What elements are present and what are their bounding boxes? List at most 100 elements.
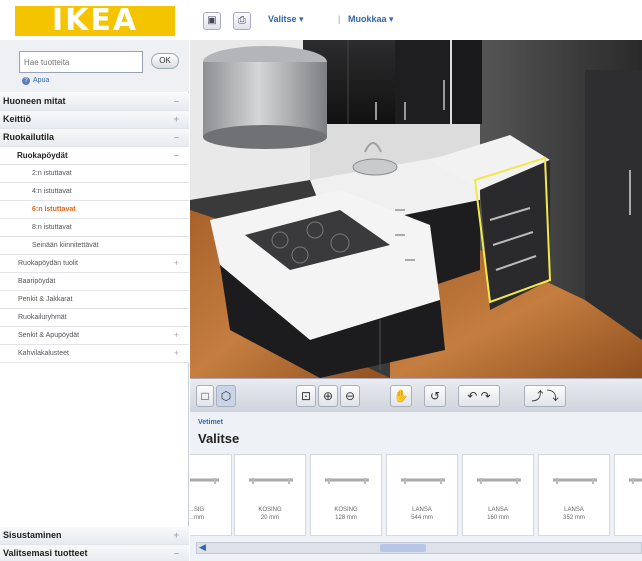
view-toolbar: □ ⬡ ⊡ ⊕ ⊖ ✋ ↺ ↶ ↷ ⤴ ⤵ [190,378,642,412]
sidebar-item[interactable]: Ruokailutila – [0,129,189,147]
zoom-in-icon: ⊕ [322,389,334,403]
sidebar-category-label: Sisustaminen [3,530,62,540]
sidebar-item[interactable]: Huoneen mitat – [0,93,189,111]
search-ok-button[interactable]: OK [151,53,179,69]
sidebar-category[interactable]: Valitsemasi tuotteet – [0,545,189,561]
product-name: …SIG [190,507,205,513]
product-size: …mm [190,515,204,521]
product-name: LANSA [564,507,584,513]
product-card[interactable]: LANSA 352 mm [538,454,610,536]
sidebar-item[interactable]: 2:n istuttavat [0,165,189,183]
expand-toggle-icon[interactable]: + [174,255,179,272]
print-icon: ⎙ [238,15,246,26]
zoom-fit-icon: ⊡ [300,389,312,403]
product-size: 544 mm [411,515,433,521]
sidebar-item-label: Senkit & Apupöydät [18,332,80,339]
expand-toggle-icon[interactable]: – [174,129,179,146]
sidebar-item-label: Penkit & Jakkarat [18,296,73,303]
orbit-vertical-button[interactable]: ⤴ ⤵ [524,385,566,407]
sidebar-category[interactable]: Sisustaminen + [0,527,189,545]
sidebar-item[interactable]: Penkit & Jakkarat [0,291,189,309]
product-card[interactable]: KOSING 128 mm [310,454,382,536]
sidebar-item-label: 6:n istuttavat [32,206,76,213]
product-cards: …SIG …mm KOSING 20 mm KOSING 128 mm LANSA 544 m… [190,454,642,538]
expand-toggle-icon[interactable]: + [174,111,179,128]
zoom-in-button[interactable]: ⊕ [318,385,338,407]
product-name: LANSA [488,507,508,513]
expand-toggle-icon[interactable]: – [174,93,179,110]
sidebar-item-label: Ruokapöydän tuolit [18,260,78,267]
bottom-categories: Sisustaminen + Valitsemasi tuotteet – [0,527,189,561]
orbit-horizontal-button[interactable]: ↶ ↷ [458,385,500,407]
save-button[interactable]: ▣ [203,12,221,30]
zoom-fit-button[interactable]: ⊡ [296,385,316,407]
print-button[interactable]: ⎙ [233,12,251,30]
expand-toggle-icon[interactable]: – [174,545,179,561]
product-name: L… [615,507,642,513]
sidebar-item[interactable]: Kahvilakalusteet + [0,345,189,363]
sidebar-item-label: Seinään kiinnitettävät [32,242,99,249]
sidebar-item[interactable]: 4:n istuttavat [0,183,189,201]
expand-toggle-icon[interactable]: + [174,345,179,362]
handle-image [190,469,225,491]
sidebar-item[interactable]: 8:n istuttavat [0,219,189,237]
product-card[interactable]: KOSING 20 mm [234,454,306,536]
sidebar-category-label: Valitsemasi tuotteet [3,548,88,558]
hand-icon: ✋ [393,389,409,403]
sidebar-item[interactable]: Senkit & Apupöydät + [0,327,189,345]
panel-title: Valitse [198,431,240,446]
edit-menu[interactable]: Muokkaa ▾ [348,14,394,25]
handle-image [319,469,375,491]
sidebar-item-label: Ruokailutila [3,132,55,142]
product-card[interactable]: L… … [614,454,642,536]
help-link[interactable]: ? Apua [22,77,49,85]
zoom-out-icon: ⊖ [344,389,356,403]
sidebar-item[interactable]: Ruokapöydän tuolit + [0,255,189,273]
product-card[interactable]: LANSA 160 mm [462,454,534,536]
sidebar-item-label: Baaripöydät [18,278,56,285]
help-icon: ? [22,77,30,85]
product-size: 352 mm [563,515,585,521]
product-size: 20 mm [260,515,280,521]
scroll-left-icon[interactable]: ◀ [199,542,206,553]
menu-separator: | [338,14,341,24]
category-nav: Huoneen mitat – Keittiö + Ruokailutila – Ruoka… [0,93,189,363]
sidebar-item[interactable]: 6:n istuttavat [0,201,189,219]
sidebar-item[interactable]: Ruokapöydät – [0,147,189,165]
product-panel: Vetimet Valitse …SIG…mmKOSING20 mmKOSING… [190,412,642,561]
handle-image [547,469,603,491]
sidebar-item[interactable]: Baaripöydät [0,273,189,291]
select-menu[interactable]: Valitse ▾ [268,14,304,25]
orbit-vertical-icon: ⤴ ⤵ [531,389,559,403]
sidebar-item[interactable]: Seinään kiinnitettävät [0,237,189,255]
app-header: IKEA ▣ ⎙ Valitse ▾ | Muokkaa ▾ [0,0,642,40]
pan-button[interactable]: ✋ [390,385,412,407]
search-input[interactable] [19,51,143,73]
ikea-logo: IKEA [15,6,175,36]
sidebar-item-label: Ruokailuryhmät [18,314,67,321]
sidebar-item-label: 2:n istuttavat [32,170,72,177]
product-scrollbar[interactable]: ◀ [196,542,642,554]
zoom-out-button[interactable]: ⊖ [340,385,360,407]
view-3d-button[interactable]: ⬡ [216,385,236,407]
product-size: 128 mm [335,515,357,521]
expand-toggle-icon[interactable]: + [174,327,179,344]
handle-image [243,469,299,491]
product-card[interactable]: …SIG …mm [190,454,232,536]
scroll-thumb[interactable] [380,544,426,552]
kitchen-render [190,40,642,378]
kitchen-3d-view[interactable] [190,40,642,378]
sidebar-item-label: Huoneen mitat [3,96,66,106]
product-card[interactable]: LANSA 544 mm [386,454,458,536]
sidebar-item[interactable]: Ruokailuryhmät [0,309,189,327]
expand-toggle-icon[interactable]: + [174,527,179,544]
sidebar-item[interactable]: Keittiö + [0,111,189,129]
rotate-icon: ↺ [429,389,441,403]
expand-toggle-icon[interactable]: – [174,147,179,164]
view-2d-button[interactable]: □ [196,385,214,407]
product-size: … [615,515,642,521]
rotate-button[interactable]: ↺ [424,385,446,407]
handle-image [471,469,527,491]
handle-image [623,469,642,491]
orbit-horizontal-icon: ↶ ↷ [467,389,491,403]
